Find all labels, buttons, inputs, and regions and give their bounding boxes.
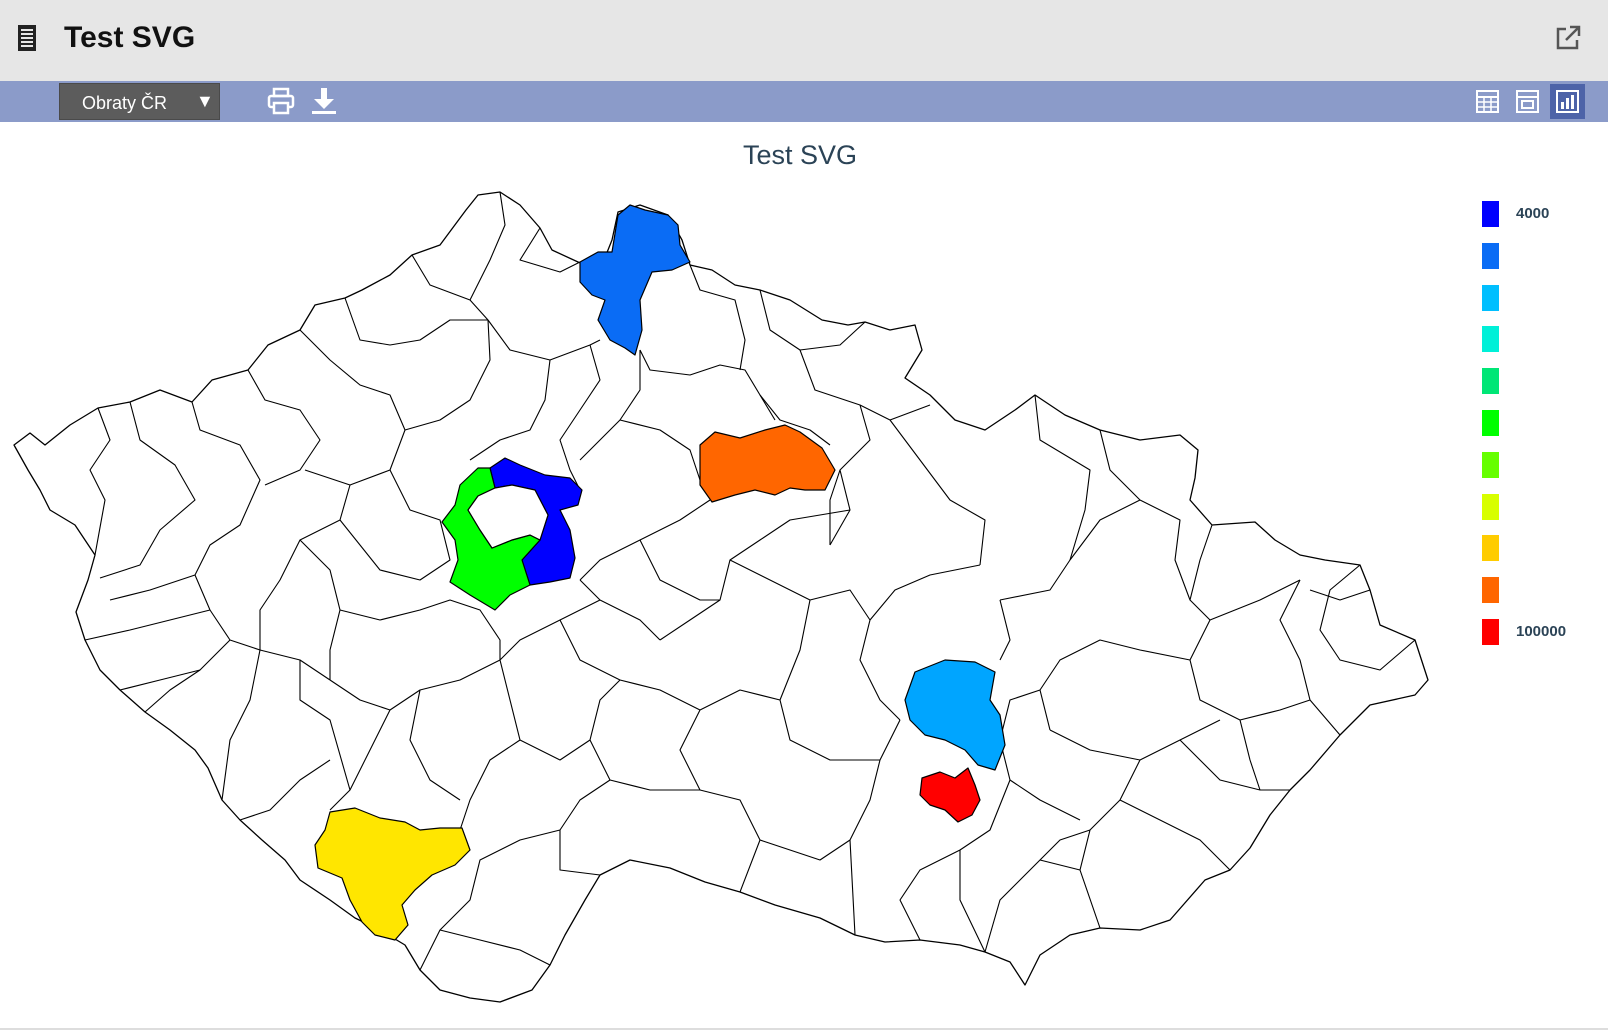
- legend-swatch: [1482, 368, 1499, 395]
- layout-view-button[interactable]: [1510, 84, 1545, 119]
- color-legend: 4000 100000: [1480, 201, 1600, 675]
- legend-swatch: [1482, 535, 1499, 562]
- legend-swatch: [1482, 326, 1499, 353]
- legend-max-label: 100000: [1516, 623, 1567, 640]
- bottom-divider: [0, 1028, 1608, 1030]
- page-title: Test SVG: [64, 21, 196, 54]
- print-icon[interactable]: [266, 86, 296, 116]
- dataset-select-value: Obraty ČR: [82, 93, 168, 113]
- legend-swatch: [1482, 619, 1499, 645]
- legend-swatch: [1482, 451, 1499, 478]
- legend-swatch: [1482, 242, 1499, 269]
- legend-swatch: [1482, 493, 1499, 520]
- document-icon: [18, 25, 36, 51]
- legend-swatch: [1482, 410, 1499, 436]
- legend-swatch: [1482, 201, 1499, 227]
- dataset-select[interactable]: Obraty ČR ▼: [59, 83, 220, 120]
- layout-icon: [1516, 90, 1539, 113]
- czech-district-map: [13, 191, 1429, 1003]
- title-bar: Test SVG: [0, 0, 1608, 81]
- download-icon[interactable]: [309, 86, 339, 116]
- chart-view-button[interactable]: [1550, 84, 1585, 119]
- toolbar: Obraty ČR ▼: [0, 81, 1608, 122]
- table-icon: [1476, 90, 1499, 113]
- chart-title: Test SVG: [742, 140, 858, 170]
- legend-min-label: 4000: [1516, 205, 1550, 222]
- popout-icon[interactable]: [1554, 24, 1582, 52]
- legend-swatch: [1482, 284, 1499, 311]
- bar-chart-icon: [1556, 90, 1579, 113]
- chevron-down-icon: ▼: [196, 91, 214, 111]
- table-view-button[interactable]: [1470, 84, 1505, 119]
- legend-swatch: [1482, 577, 1499, 604]
